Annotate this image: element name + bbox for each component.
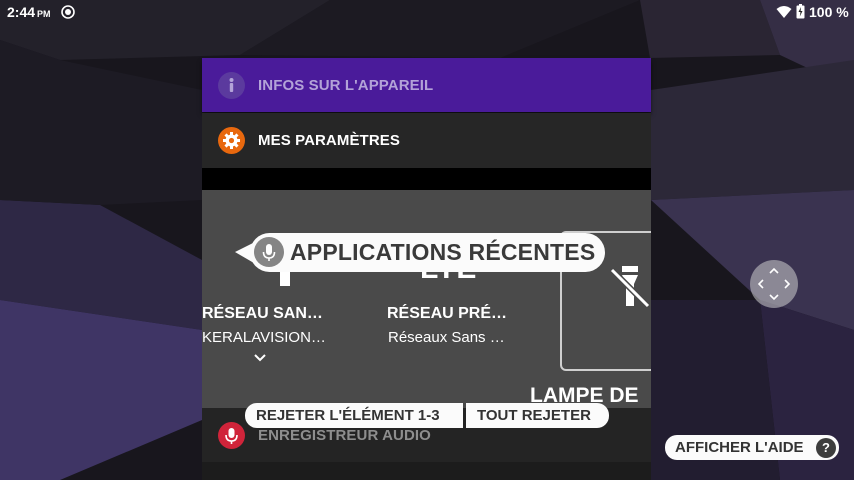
chevron-down-icon[interactable] [253, 353, 267, 363]
tile-wifi-subtitle: KERALAVISION… [202, 329, 326, 346]
wifi-icon [776, 6, 792, 18]
tile-mobile-subtitle: Réseaux Sans … [388, 329, 505, 346]
voice-command-text: APPLICATIONS RÉCENTES [290, 239, 596, 265]
card-divider [202, 168, 651, 190]
status-bar: 2:44 PM 100 % [0, 0, 854, 24]
notification-dot-icon [61, 5, 75, 19]
battery-charging-icon [796, 4, 805, 19]
reject-item-button[interactable]: REJETER L'ÉLÉMENT 1-3 [245, 403, 463, 428]
battery-percent: 100 % [809, 4, 849, 20]
recent-card-my-settings[interactable]: MES PARAMÈTRES [202, 113, 651, 168]
gear-icon [218, 127, 245, 154]
flashlight-off-icon [609, 266, 651, 309]
mic-icon [254, 237, 284, 267]
mic-icon [218, 422, 245, 449]
recent-card-title: MES PARAMÈTRES [258, 132, 400, 149]
recent-card-quick-settings[interactable]: RÉSEAU SAN… KERALAVISION… LTE RÉSEAU PRÉ… [202, 190, 651, 408]
recent-card-title: INFOS SUR L'APPAREIL [258, 77, 434, 94]
help-icon[interactable]: ? [816, 438, 836, 458]
tile-mobile-title: RÉSEAU PRÉ… [387, 305, 508, 322]
recent-card-device-info[interactable]: INFOS SUR L'APPAREIL [202, 58, 651, 112]
recent-card-next[interactable] [202, 462, 651, 480]
tile-wifi-title: RÉSEAU SAN… [202, 305, 323, 322]
move-handle[interactable] [750, 260, 798, 308]
clock-suffix: PM [37, 9, 51, 19]
reject-all-button[interactable]: TOUT REJETER [466, 403, 609, 428]
recent-card-title: ENREGISTREUR AUDIO [258, 427, 431, 444]
info-icon [218, 72, 245, 99]
clock: 2:44 PM [7, 4, 51, 20]
arrows-icon [757, 267, 791, 301]
show-help-button[interactable]: AFFICHER L'AIDE [665, 435, 839, 460]
